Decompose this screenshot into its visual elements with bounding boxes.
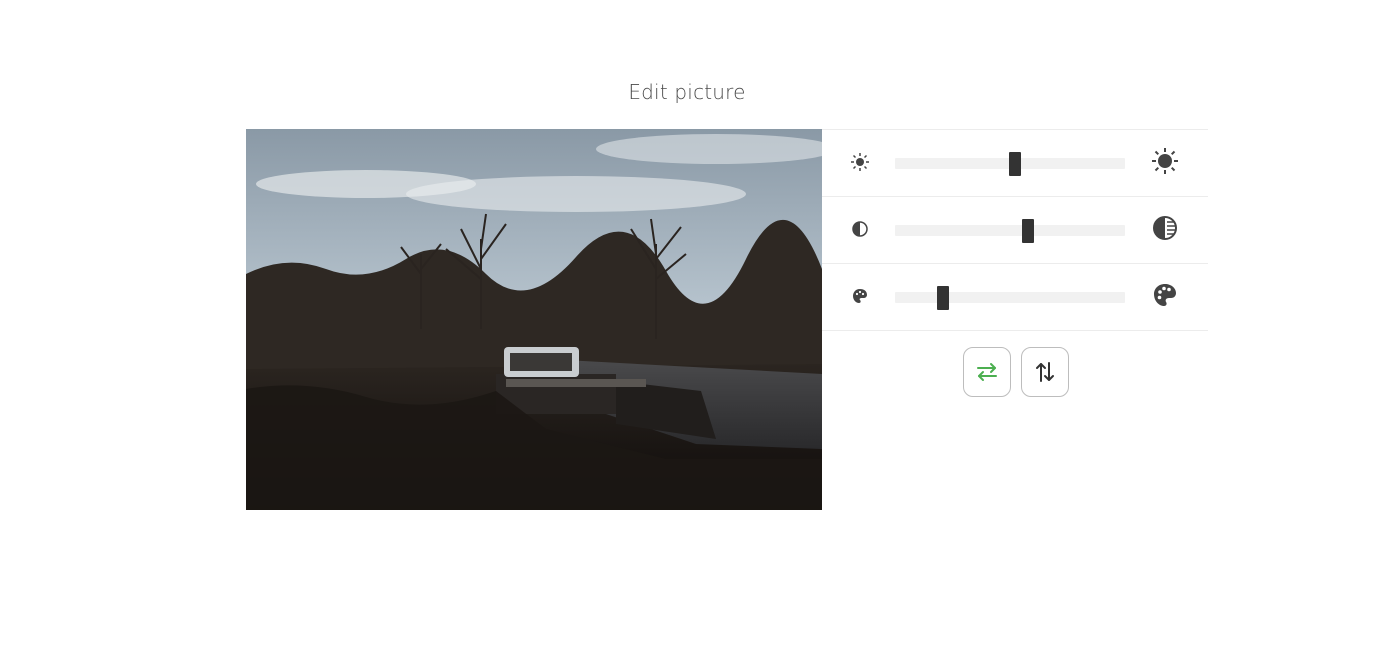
contrast-slider-handle[interactable] [1022, 219, 1035, 243]
flip-horizontal-icon [977, 363, 997, 381]
flip-horizontal-button[interactable] [963, 347, 1011, 397]
edited-photo [246, 129, 822, 510]
saturation-row [822, 263, 1208, 331]
brightness-slider-handle[interactable] [1008, 152, 1021, 176]
sun-small-icon [851, 153, 869, 171]
contrast-slider[interactable] [895, 219, 1125, 243]
contrast-small-icon [852, 221, 868, 237]
brightness-slider[interactable] [895, 152, 1125, 176]
palette-large-icon [1154, 284, 1176, 306]
saturation-slider[interactable] [895, 286, 1125, 310]
saturation-slider-handle[interactable] [937, 286, 950, 310]
brightness-row [822, 129, 1208, 196]
sun-large-icon [1152, 148, 1178, 174]
flip-vertical-icon [1036, 362, 1054, 382]
page-title: Edit picture [628, 80, 746, 104]
contrast-row [822, 196, 1208, 263]
palette-small-icon [853, 289, 867, 303]
contrast-large-icon [1153, 216, 1177, 240]
flip-vertical-button[interactable] [1021, 347, 1069, 397]
adjustment-panel [822, 129, 1208, 397]
flip-buttons [963, 347, 1069, 397]
